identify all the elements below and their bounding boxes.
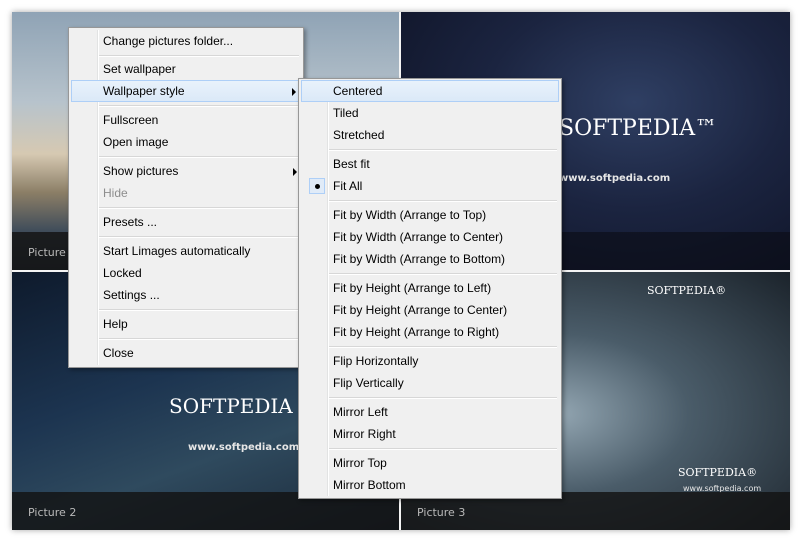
menu-item-label: Fullscreen — [103, 113, 159, 127]
submenu-arrow-icon — [293, 168, 297, 176]
watermark-site: www.softpedia.com — [559, 173, 671, 184]
menu-item-label: Fit All — [333, 179, 363, 193]
menu-item-wallpaper-style[interactable]: Wallpaper style — [71, 80, 301, 102]
watermark-brand-2: SOFTPEDIA® — [678, 466, 758, 479]
menu-item-label: Open image — [103, 135, 169, 149]
submenu-item-fit-width-bottom[interactable]: Fit by Width (Arrange to Bottom) — [301, 248, 559, 270]
menu-separator — [329, 200, 557, 202]
menu-item-open-image[interactable]: Open image — [71, 131, 301, 153]
submenu-item-fit-height-center[interactable]: Fit by Height (Arrange to Center) — [301, 299, 559, 321]
submenu-item-tiled[interactable]: Tiled — [301, 102, 559, 124]
menu-item-label: Flip Horizontally — [333, 354, 419, 368]
menu-item-label: Fit by Width (Arrange to Bottom) — [333, 252, 506, 266]
submenu-item-stretched[interactable]: Stretched — [301, 124, 559, 146]
menu-item-label: Start Limages automatically — [103, 244, 251, 258]
menu-item-label: Best fit — [333, 157, 370, 171]
submenu-arrow-icon — [292, 88, 296, 96]
submenu-item-fit-width-center[interactable]: Fit by Width (Arrange to Center) — [301, 226, 559, 248]
menu-item-label: Set wallpaper — [103, 62, 176, 76]
menu-separator — [99, 338, 299, 340]
menu-item-close[interactable]: Close — [71, 342, 301, 364]
menu-item-label: Fit by Width (Arrange to Center) — [333, 230, 504, 244]
menu-item-hide: Hide — [71, 182, 301, 204]
watermark-brand: SOFTPEDIA — [169, 394, 293, 418]
menu-separator — [329, 149, 557, 151]
submenu-item-mirror-bottom[interactable]: Mirror Bottom — [301, 474, 559, 496]
menu-separator — [99, 236, 299, 238]
menu-item-show-pictures[interactable]: Show pictures — [71, 160, 301, 182]
menu-item-label: Mirror Right — [333, 427, 396, 441]
submenu-item-fit-height-left[interactable]: Fit by Height (Arrange to Left) — [301, 277, 559, 299]
menu-item-label: Change pictures folder... — [103, 34, 234, 48]
menu-separator — [99, 105, 299, 107]
submenu-item-fit-all[interactable]: Fit All — [301, 175, 559, 197]
menu-item-label: Locked — [103, 266, 142, 280]
menu-item-label: Fit by Height (Arrange to Right) — [333, 325, 500, 339]
menu-item-label: Flip Vertically — [333, 376, 404, 390]
menu-separator — [99, 55, 299, 57]
menu-item-change-pictures-folder[interactable]: Change pictures folder... — [71, 30, 301, 52]
menu-item-presets[interactable]: Presets ... — [71, 211, 301, 233]
submenu-item-mirror-left[interactable]: Mirror Left — [301, 401, 559, 423]
menu-separator — [329, 397, 557, 399]
menu-item-label: Stretched — [333, 128, 385, 142]
menu-item-label: Fit by Width (Arrange to Top) — [333, 208, 487, 222]
menu-item-set-wallpaper[interactable]: Set wallpaper — [71, 58, 301, 80]
submenu-item-centered[interactable]: Centered — [301, 80, 559, 102]
menu-item-label: Close — [103, 346, 134, 360]
menu-item-label: Tiled — [333, 106, 359, 120]
menu-separator — [329, 273, 557, 275]
submenu-item-flip-horizontally[interactable]: Flip Horizontally — [301, 350, 559, 372]
menu-item-label: Mirror Bottom — [333, 478, 406, 492]
tile-caption: Picture 2 — [28, 506, 77, 519]
menu-item-label: Fit by Height (Arrange to Center) — [333, 303, 508, 317]
wallpaper-style-submenu: Centered Tiled Stretched Best fit Fit Al… — [298, 78, 562, 499]
menu-item-settings[interactable]: Settings ... — [71, 284, 301, 306]
menu-item-label: Centered — [333, 84, 383, 98]
menu-item-label: Show pictures — [103, 164, 179, 178]
menu-item-label: Settings ... — [103, 288, 160, 302]
menu-item-label: Presets ... — [103, 215, 158, 229]
submenu-item-fit-height-right[interactable]: Fit by Height (Arrange to Right) — [301, 321, 559, 343]
watermark-brand: SOFTPEDIA™ — [559, 116, 718, 141]
menu-item-fullscreen[interactable]: Fullscreen — [71, 109, 301, 131]
menu-item-label: Fit by Height (Arrange to Left) — [333, 281, 492, 295]
menu-separator — [329, 448, 557, 450]
menu-item-label: Wallpaper style — [103, 84, 185, 98]
watermark-site: www.softpedia.com — [188, 442, 300, 453]
submenu-item-mirror-top[interactable]: Mirror Top — [301, 452, 559, 474]
watermark-brand: SOFTPEDIA® — [647, 284, 727, 297]
menu-separator — [99, 156, 299, 158]
menu-item-label: Help — [103, 317, 128, 331]
menu-item-label: Mirror Top — [333, 456, 387, 470]
menu-separator — [99, 207, 299, 209]
menu-separator — [329, 346, 557, 348]
submenu-item-flip-vertically[interactable]: Flip Vertically — [301, 372, 559, 394]
menu-item-label: Hide — [103, 186, 128, 200]
menu-item-label: Mirror Left — [333, 405, 388, 419]
menu-item-help[interactable]: Help — [71, 313, 301, 335]
tile-caption: Picture 3 — [417, 506, 466, 519]
submenu-item-fit-width-top[interactable]: Fit by Width (Arrange to Top) — [301, 204, 559, 226]
context-menu: Change pictures folder... Set wallpaper … — [68, 27, 304, 368]
menu-separator — [99, 309, 299, 311]
menu-item-locked[interactable]: Locked — [71, 262, 301, 284]
submenu-item-best-fit[interactable]: Best fit — [301, 153, 559, 175]
menu-item-start-automatically[interactable]: Start Limages automatically — [71, 240, 301, 262]
radio-bullet-icon — [309, 178, 325, 194]
submenu-item-mirror-right[interactable]: Mirror Right — [301, 423, 559, 445]
